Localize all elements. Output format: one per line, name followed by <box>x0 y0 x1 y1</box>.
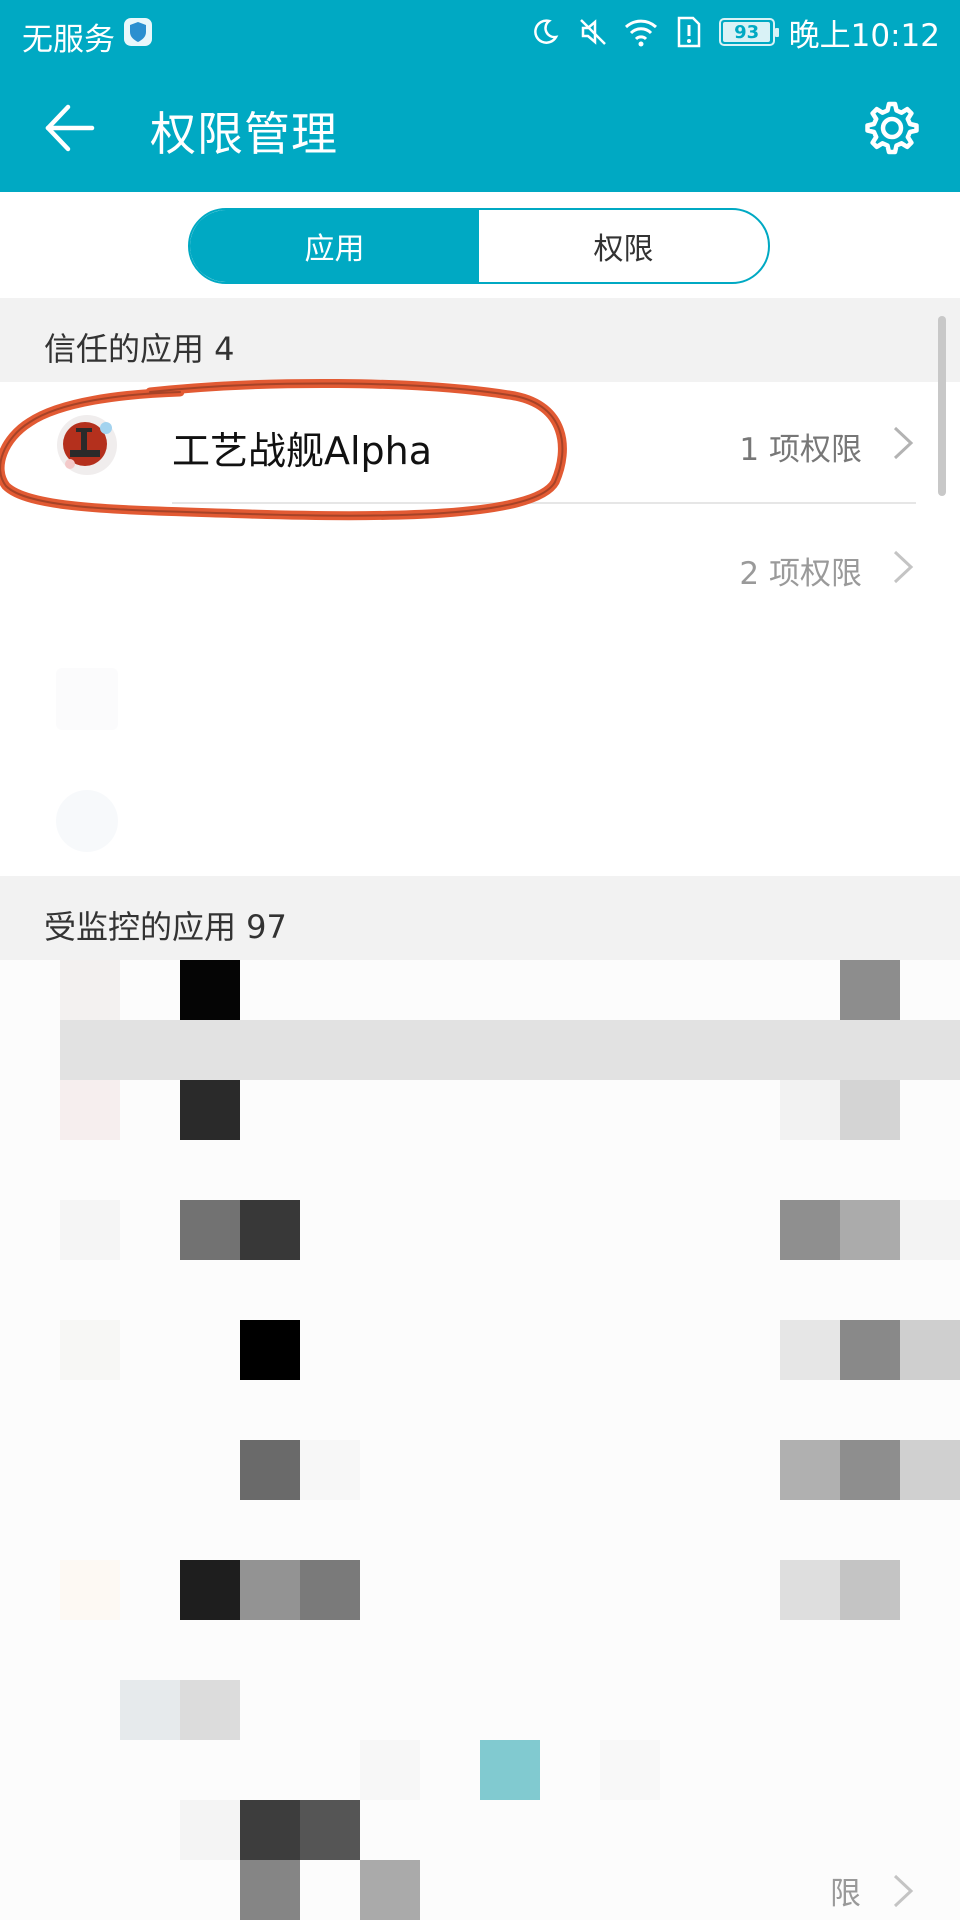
permission-count: 1 项权限 <box>739 432 862 468</box>
settings-button[interactable] <box>862 98 922 158</box>
clock: 晚上10:12 <box>788 17 940 54</box>
section-header-monitored: 受监控的应用 97 <box>0 876 960 960</box>
trusted-app-row-faded <box>0 640 960 758</box>
chevron-right-icon <box>893 550 914 584</box>
section-title-trusted: 信任的应用 4 <box>44 330 235 368</box>
section-header-trusted: 信任的应用 4 <box>0 298 960 382</box>
back-button[interactable] <box>40 98 100 158</box>
back-arrow-icon <box>45 104 95 152</box>
pixelated-app-list <box>0 960 960 1920</box>
section-title-monitored: 受监控的应用 97 <box>44 908 287 946</box>
app-icon <box>56 414 118 476</box>
tab-switcher: 应用 权限 <box>188 208 770 284</box>
moon-icon <box>527 14 563 50</box>
trusted-app-row[interactable]: 工艺战舰Alpha 1 项权限 <box>0 384 960 502</box>
sim-alert-icon <box>671 14 707 50</box>
carrier-label: 无服务 <box>22 22 115 58</box>
trusted-app-row-faded <box>0 760 960 852</box>
battery-icon: 93 <box>718 18 779 46</box>
app-icon <box>56 668 118 730</box>
app-name: 工艺战舰Alpha <box>172 429 433 473</box>
gear-icon <box>865 101 919 155</box>
mute-icon <box>575 14 611 50</box>
app-icon <box>56 790 118 852</box>
permission-count-partial: 限 <box>830 1876 861 1912</box>
trusted-app-row[interactable]: 2 项权限 <box>0 504 960 620</box>
chevron-right-icon <box>893 1874 914 1908</box>
tab-apps[interactable]: 应用 <box>190 210 479 282</box>
shield-icon <box>124 18 152 46</box>
pixelated-row-highlight <box>60 1020 960 1080</box>
scrollbar[interactable] <box>938 316 946 496</box>
wifi-icon <box>623 14 659 50</box>
status-bar: 无服务 93 晚上10:12 <box>0 0 960 64</box>
battery-level: 93 <box>734 21 760 43</box>
page-title: 权限管理 <box>150 107 338 161</box>
chevron-right-icon <box>893 426 914 460</box>
tab-permissions[interactable]: 权限 <box>479 210 768 282</box>
permission-count: 2 项权限 <box>739 556 862 592</box>
